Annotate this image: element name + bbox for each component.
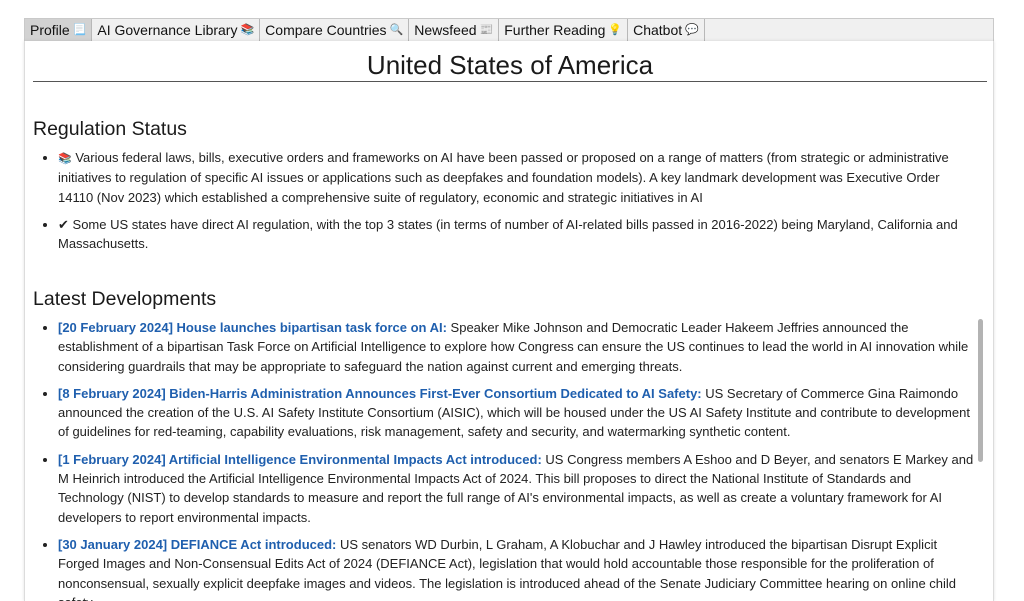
list-item: ✔ Some US states have direct AI regulati… [58, 215, 978, 254]
tab-further-reading[interactable]: Further Reading 💡 [499, 19, 629, 41]
tab-profile[interactable]: Profile 📃 [25, 19, 93, 41]
profile-panel: United States of America Regulation Stat… [24, 41, 994, 601]
scrollbar-thumb[interactable] [978, 319, 983, 462]
speech-bubble-icon: 💬 [685, 23, 699, 36]
tab-bar: Profile 📃 AI Governance Library 📚 Compar… [24, 18, 994, 41]
books-icon: 📚 [58, 152, 72, 165]
lightbulb-icon: 💡 [608, 23, 623, 36]
page-icon: 📃 [72, 23, 87, 36]
list-item: [8 February 2024] Biden-Harris Administr… [58, 384, 976, 442]
development-link[interactable]: [1 February 2024] Artificial Intelligenc… [58, 452, 542, 467]
regulation-item-text: Some US states have direct AI regulation… [58, 216, 958, 252]
development-link[interactable]: [8 February 2024] Biden-Harris Administr… [58, 386, 702, 401]
tab-ai-governance-library[interactable]: AI Governance Library 📚 [92, 19, 261, 41]
list-item: [20 February 2024] House launches bipart… [58, 318, 976, 376]
tab-label: Chatbot [633, 22, 683, 38]
tab-label: Compare Countries [265, 22, 387, 38]
newspaper-icon: 📰 [479, 23, 494, 36]
tab-label: AI Governance Library [97, 22, 238, 38]
tab-newsfeed[interactable]: Newsfeed 📰 [409, 19, 500, 41]
books-icon: 📚 [240, 23, 255, 36]
list-item: 📚 Various federal laws, bills, executive… [58, 148, 978, 207]
development-link[interactable]: [30 January 2024] DEFIANCE Act introduce… [58, 537, 336, 552]
magnifier-icon: 🔍 [389, 23, 404, 36]
tab-chatbot[interactable]: Chatbot 💬 [628, 19, 705, 41]
tab-compare-countries[interactable]: Compare Countries 🔍 [260, 19, 410, 41]
latest-developments-heading: Latest Developments [33, 288, 217, 310]
tab-label: Newsfeed [414, 22, 477, 38]
list-item: [1 February 2024] Artificial Intelligenc… [58, 450, 976, 527]
list-item: [30 January 2024] DEFIANCE Act introduce… [58, 535, 976, 601]
development-link[interactable]: [20 February 2024] House launches bipart… [58, 320, 447, 335]
scrollbar[interactable] [975, 317, 985, 601]
regulation-status-heading: Regulation Status [33, 118, 187, 140]
regulation-status-list: 📚 Various federal laws, bills, executive… [33, 148, 978, 261]
tab-label: Profile [30, 22, 70, 38]
latest-developments-list: [20 February 2024] House launches bipart… [33, 318, 976, 601]
page-title: United States of America [33, 49, 987, 82]
tab-label: Further Reading [504, 22, 606, 38]
regulation-item-text: Various federal laws, bills, executive o… [58, 150, 949, 205]
checkmark-icon: ✔ [58, 216, 69, 232]
